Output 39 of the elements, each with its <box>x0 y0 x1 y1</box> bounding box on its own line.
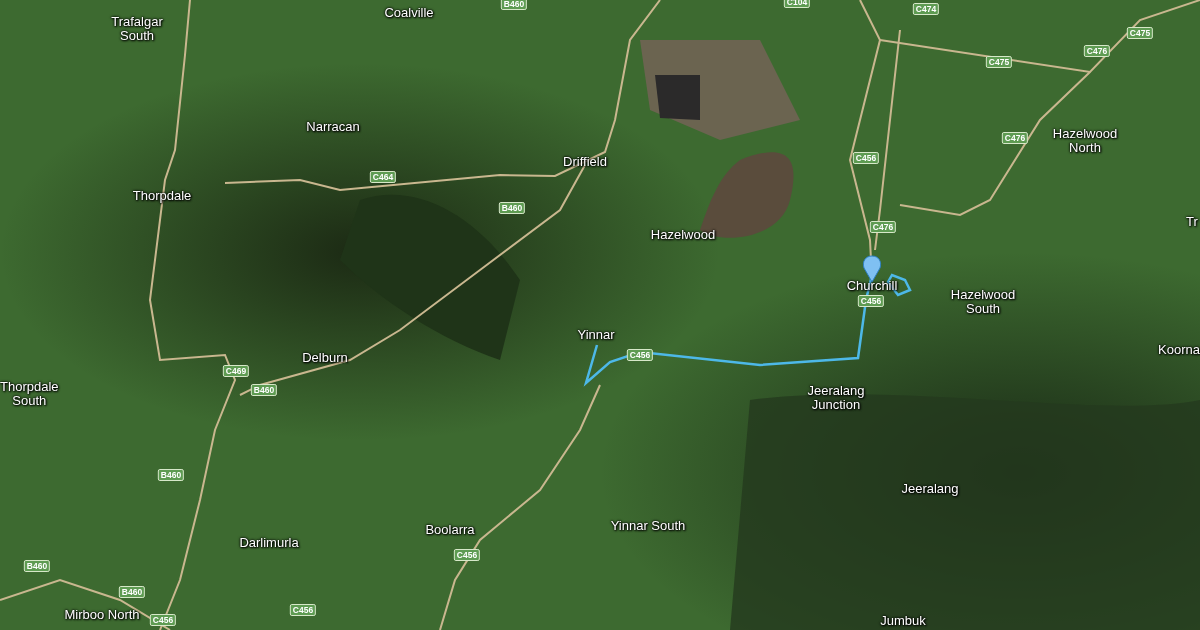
place-label: Jeeralang <box>901 482 959 496</box>
road-shield: C476 <box>1083 45 1111 57</box>
place-label: Hazelwood South <box>950 288 1016 316</box>
road-shield: C456 <box>289 604 317 616</box>
place-label: Yinnar South <box>610 519 686 533</box>
road-shield: C475 <box>1126 27 1154 39</box>
road-shield: C476 <box>869 221 897 233</box>
place-label: Coalville <box>384 6 434 20</box>
place-label: Yinnar <box>577 328 615 342</box>
place-label: Hazelwood <box>650 228 716 242</box>
place-label: Narracan <box>306 120 360 134</box>
road-shield: C476 <box>1001 132 1029 144</box>
road-shield: B460 <box>500 0 528 10</box>
road-shield: C456 <box>852 152 880 164</box>
road-shield: C464 <box>369 171 397 183</box>
road-shield: C474 <box>912 3 940 15</box>
place-label: Delburn <box>302 351 348 365</box>
place-label: Boolarra <box>425 523 475 537</box>
road-shield: C456 <box>149 614 177 626</box>
place-label: Thorpdale South <box>0 380 59 408</box>
place-label: Mirboo North <box>64 608 140 622</box>
location-pin-icon <box>862 255 882 283</box>
road-shield: C469 <box>222 365 250 377</box>
place-label: Jeeralang Junction <box>807 384 865 412</box>
place-label: Tr <box>1186 215 1198 229</box>
road-shield: C456 <box>857 295 885 307</box>
road-shield: B460 <box>250 384 278 396</box>
place-label: Hazelwood North <box>1052 127 1118 155</box>
road-shield: B460 <box>157 469 185 481</box>
road-shield: C475 <box>985 56 1013 68</box>
place-label: Jumbuk <box>880 614 926 628</box>
place-label: Darlimurla <box>239 536 299 550</box>
road-shield: C456 <box>626 349 654 361</box>
road-shield: C456 <box>453 549 481 561</box>
road-shield: B460 <box>118 586 146 598</box>
place-label: Trafalgar South <box>111 15 163 43</box>
road-shield: B460 <box>498 202 526 214</box>
road-shield: B460 <box>23 560 51 572</box>
place-label: Koorna <box>1158 343 1200 357</box>
